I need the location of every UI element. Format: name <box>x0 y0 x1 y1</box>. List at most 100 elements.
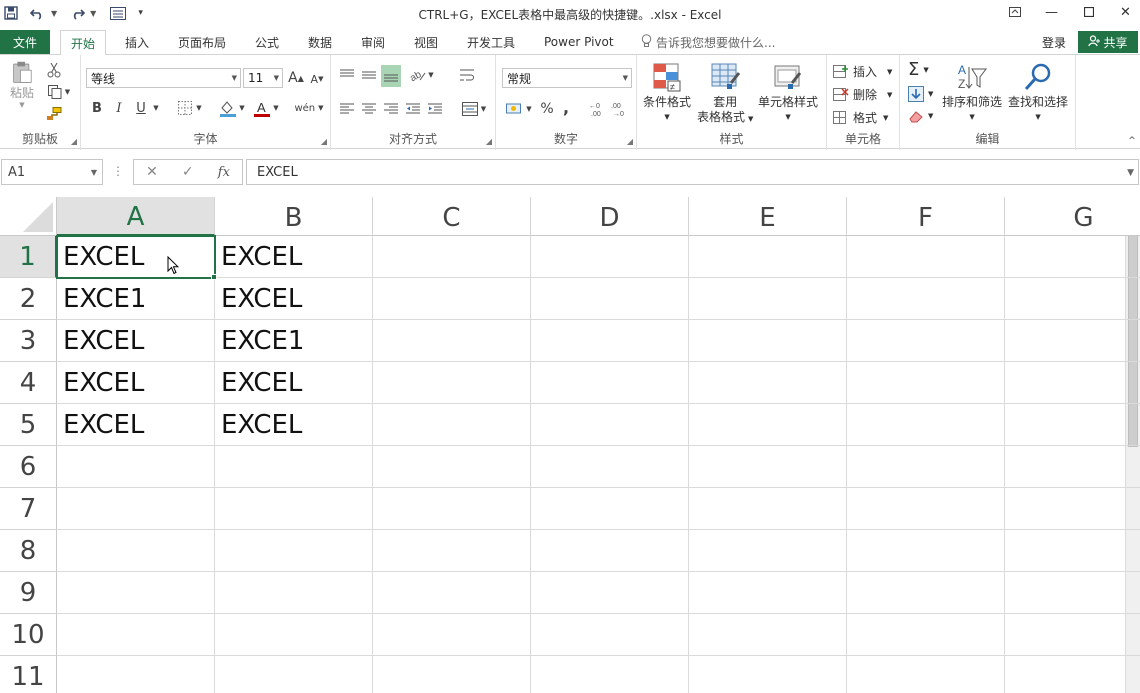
column-header-e[interactable]: E <box>689 197 847 236</box>
cell-styles-button[interactable]: 单元格样式 ▼ <box>758 61 818 125</box>
select-all-button[interactable] <box>0 197 57 236</box>
phonetic-icon[interactable]: wén ▼ <box>293 97 325 119</box>
find-select-button[interactable]: 查找和选择 ▼ <box>1008 61 1068 125</box>
cell-e6[interactable] <box>689 446 847 488</box>
cancel-entry-icon[interactable]: ✕ <box>146 164 158 180</box>
cell-g5[interactable] <box>1005 404 1140 446</box>
cell-a7[interactable] <box>57 488 215 530</box>
maximize-icon[interactable] <box>1074 0 1103 24</box>
font-color-icon[interactable]: A ▼ <box>251 97 281 119</box>
cell-g4[interactable] <box>1005 362 1140 404</box>
column-header-f[interactable]: F <box>847 197 1005 236</box>
cell-e2[interactable] <box>689 278 847 320</box>
format-cells-button[interactable]: 格式 ▼ <box>833 109 888 126</box>
copy-icon[interactable]: ▼ <box>44 83 74 101</box>
cell-f11[interactable] <box>847 656 1005 693</box>
cell-d7[interactable] <box>531 488 689 530</box>
column-header-g[interactable]: G <box>1005 197 1140 236</box>
ribbon-display-icon[interactable] <box>1000 0 1029 24</box>
wrap-text-icon[interactable] <box>457 67 477 83</box>
increase-indent-icon[interactable] <box>427 101 443 117</box>
row-header-2[interactable]: 2 <box>0 278 57 320</box>
cell-c9[interactable] <box>373 572 531 614</box>
column-header-a[interactable]: A <box>57 197 215 236</box>
cell-a9[interactable] <box>57 572 215 614</box>
minimize-icon[interactable]: — <box>1037 0 1066 24</box>
cell-f10[interactable] <box>847 614 1005 656</box>
cell-a4[interactable]: EXCEL <box>57 362 215 404</box>
tab-insert[interactable]: 插入 <box>125 30 149 54</box>
cell-a11[interactable] <box>57 656 215 693</box>
alignment-launcher-icon[interactable]: ◢ <box>486 137 492 146</box>
cell-a3[interactable]: EXCEL <box>57 320 215 362</box>
tab-data[interactable]: 数据 <box>308 30 332 54</box>
cell-g1[interactable] <box>1005 236 1140 278</box>
sort-filter-button[interactable]: AZ 排序和筛选 ▼ <box>942 61 1002 125</box>
cell-b3[interactable]: EXCE1 <box>215 320 373 362</box>
name-box[interactable]: A1 ▼ <box>1 159 103 185</box>
number-format-select[interactable]: 常规 ▼ <box>502 68 632 88</box>
borders-icon[interactable]: ▼ <box>175 99 205 117</box>
cell-f3[interactable] <box>847 320 1005 362</box>
column-header-c[interactable]: C <box>373 197 531 236</box>
cell-g11[interactable] <box>1005 656 1140 693</box>
expand-formula-bar-icon[interactable]: ▼ <box>1127 168 1134 178</box>
align-left-icon[interactable] <box>339 101 355 117</box>
increase-decimal-icon[interactable]: ←0.00 <box>588 99 606 119</box>
row-header-4[interactable]: 4 <box>0 362 57 404</box>
number-launcher-icon[interactable]: ◢ <box>627 137 633 146</box>
cell-e11[interactable] <box>689 656 847 693</box>
cell-f8[interactable] <box>847 530 1005 572</box>
row-header-9[interactable]: 9 <box>0 572 57 614</box>
cell-g2[interactable] <box>1005 278 1140 320</box>
cell-e5[interactable] <box>689 404 847 446</box>
cell-b8[interactable] <box>215 530 373 572</box>
row-header-11[interactable]: 11 <box>0 656 57 693</box>
cell-e10[interactable] <box>689 614 847 656</box>
formula-input[interactable]: EXCEL ▼ <box>246 159 1139 185</box>
percent-button[interactable]: % <box>538 99 556 119</box>
font-launcher-icon[interactable]: ◢ <box>321 137 327 146</box>
tell-me-box[interactable]: 告诉我您想要做什么... <box>641 30 775 54</box>
close-icon[interactable]: ✕ <box>1111 0 1140 24</box>
align-center-icon[interactable] <box>361 101 377 117</box>
bold-button[interactable]: B <box>89 99 105 117</box>
clear-button[interactable]: ▼ <box>908 109 933 123</box>
cell-b10[interactable] <box>215 614 373 656</box>
fill-button[interactable]: ▼ <box>908 86 933 102</box>
cell-d4[interactable] <box>531 362 689 404</box>
column-header-d[interactable]: D <box>531 197 689 236</box>
underline-dropdown-icon[interactable]: ▼ <box>151 103 161 113</box>
cell-d2[interactable] <box>531 278 689 320</box>
cell-e7[interactable] <box>689 488 847 530</box>
row-header-3[interactable]: 3 <box>0 320 57 362</box>
cell-c6[interactable] <box>373 446 531 488</box>
tab-review[interactable]: 审阅 <box>361 30 385 54</box>
cell-e9[interactable] <box>689 572 847 614</box>
decrease-indent-icon[interactable] <box>405 101 421 117</box>
clipboard-launcher-icon[interactable]: ◢ <box>71 137 77 146</box>
cell-a1[interactable]: EXCEL <box>57 236 215 278</box>
cell-a6[interactable] <box>57 446 215 488</box>
cell-c10[interactable] <box>373 614 531 656</box>
row-header-6[interactable]: 6 <box>0 446 57 488</box>
cell-g8[interactable] <box>1005 530 1140 572</box>
cell-d9[interactable] <box>531 572 689 614</box>
cell-d3[interactable] <box>531 320 689 362</box>
grow-font-icon[interactable]: A ▲ <box>287 69 305 87</box>
share-button[interactable]: 共享 <box>1078 31 1138 53</box>
tab-developer[interactable]: 开发工具 <box>467 30 515 54</box>
font-name-select[interactable]: 等线 ▼ <box>86 68 241 88</box>
cut-icon[interactable] <box>44 61 64 79</box>
delete-cells-button[interactable]: 删除 ▼ <box>833 86 892 103</box>
cell-c2[interactable] <box>373 278 531 320</box>
cell-f9[interactable] <box>847 572 1005 614</box>
cell-b9[interactable] <box>215 572 373 614</box>
comma-button[interactable]: , <box>560 97 572 117</box>
cell-c7[interactable] <box>373 488 531 530</box>
align-right-icon[interactable] <box>383 101 399 117</box>
orientation-icon[interactable]: ab ▼ <box>407 67 437 83</box>
column-header-b[interactable]: B <box>215 197 373 236</box>
format-as-table-button[interactable]: 套用 表格格式 ▼ <box>697 61 753 127</box>
cell-c5[interactable] <box>373 404 531 446</box>
